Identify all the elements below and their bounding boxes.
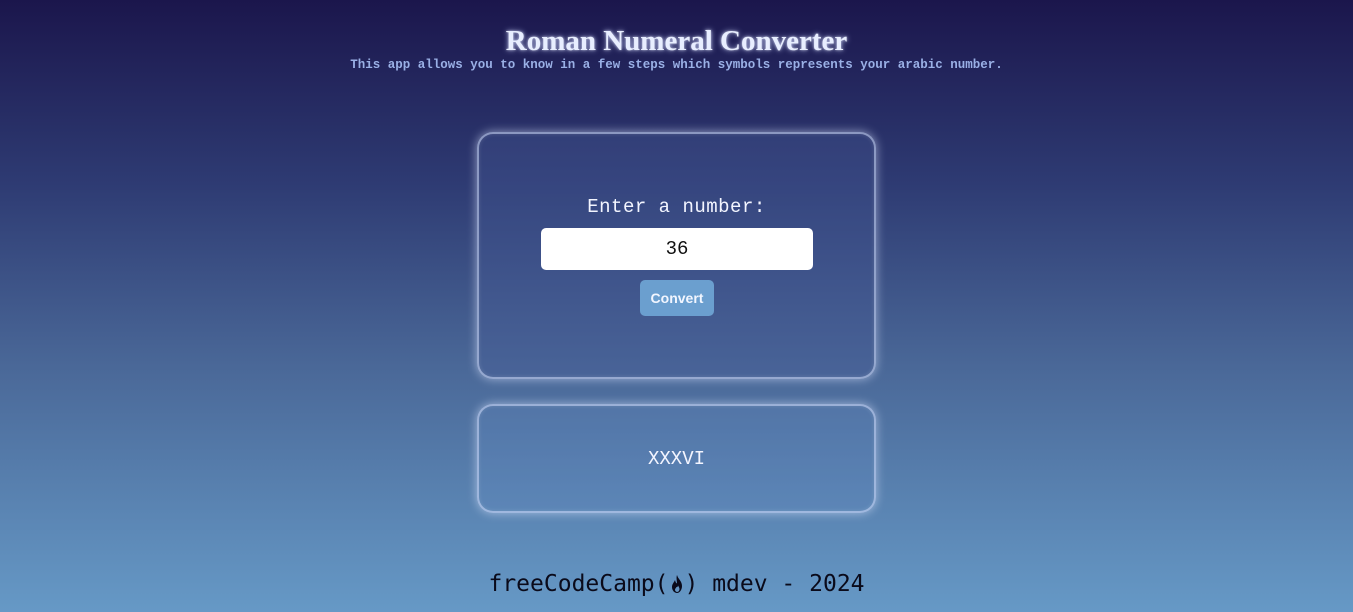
number-label: Enter a number: xyxy=(587,196,766,218)
footer: freeCodeCamp( ) mdev - 2024 xyxy=(0,570,1353,598)
footer-prefix: freeCodeCamp( xyxy=(488,571,669,597)
footer-suffix: ) mdev - 2024 xyxy=(684,571,865,597)
fire-icon xyxy=(670,573,684,593)
page-subtitle: This app allows you to know in a few ste… xyxy=(350,58,1003,72)
convert-button[interactable]: Convert xyxy=(640,280,714,316)
page-title: Roman Numeral Converter xyxy=(505,25,848,57)
output-card: XXXVI xyxy=(477,404,876,513)
converter-form-card: Enter a number: Convert xyxy=(477,132,876,379)
number-input[interactable] xyxy=(541,228,813,270)
output-result: XXXVI xyxy=(647,448,705,470)
